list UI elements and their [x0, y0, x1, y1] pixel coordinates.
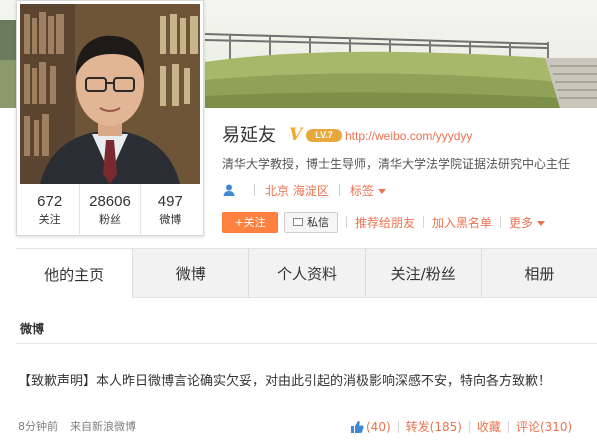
profile-meta: 北京 海淀区 标签	[222, 181, 386, 199]
profile-tabs: 他的主页 微博 个人资料 关注/粉丝 相册	[16, 248, 597, 299]
stat-posts[interactable]: 497 微博	[139, 184, 200, 236]
like-count[interactable]: (40)	[366, 419, 391, 435]
tab-follows-fans[interactable]: 关注/粉丝	[364, 249, 481, 298]
verified-badge[interactable]: V	[289, 125, 302, 145]
avatar-portrait	[20, 4, 200, 184]
profile-actions: +关注 私信 推荐给朋友 加入黑名单 更多	[222, 211, 546, 233]
tags-label: 标签	[349, 183, 374, 198]
tags-dropdown[interactable]: 标签	[350, 182, 386, 199]
more-label: 更多	[509, 215, 534, 230]
divider	[338, 184, 340, 196]
tab-weibo[interactable]: 微博	[132, 249, 248, 298]
stat-posts-label: 微博	[159, 213, 182, 226]
blacklist-link[interactable]: 加入黑名单	[432, 214, 492, 231]
message-label: 私信	[307, 216, 329, 229]
stat-following[interactable]: 672 关注	[20, 184, 79, 236]
stat-followers-label: 粉丝	[98, 213, 121, 226]
post-text: 【致歉声明】本人昨日微博言论确实欠妥，对由此引起的消极影响深感不安，特向各方致歉…	[18, 374, 552, 389]
post-source[interactable]: 来自新浪微博	[70, 419, 136, 435]
comment-link[interactable]: 评论(310)	[516, 419, 572, 435]
tab-home[interactable]: 他的主页	[16, 249, 133, 299]
avatar[interactable]	[20, 4, 200, 184]
message-icon	[293, 218, 303, 226]
stat-following-count: 672	[37, 193, 63, 210]
tab-profile[interactable]: 个人资料	[248, 249, 364, 298]
stat-following-label: 关注	[38, 213, 61, 226]
divider	[423, 216, 425, 228]
divider	[468, 421, 470, 433]
repost-link[interactable]: 转发(185)	[406, 419, 462, 435]
profile-name: 易延友	[222, 125, 276, 146]
caret-down-icon	[377, 188, 386, 194]
favorite-link[interactable]: 收藏	[477, 419, 501, 435]
stat-followers[interactable]: 28606 粉丝	[79, 184, 139, 236]
message-button[interactable]: 私信	[284, 211, 338, 233]
divider	[254, 184, 255, 196]
more-dropdown[interactable]: 更多	[509, 214, 546, 231]
profile-url-link[interactable]: http://weibo.com/yyydyy	[345, 128, 472, 144]
divider	[507, 421, 509, 433]
caret-down-icon	[537, 220, 546, 226]
divider	[500, 216, 502, 228]
tab-album[interactable]: 相册	[480, 249, 597, 298]
thumbs-up-icon[interactable]	[350, 420, 364, 434]
feed-section-title: 微博	[20, 322, 45, 336]
profile-stats: 672 关注 28606 粉丝 497 微博	[20, 184, 200, 236]
vip-level-badge[interactable]: LV.7	[306, 129, 342, 142]
follow-button[interactable]: +关注	[222, 211, 278, 233]
divider	[397, 421, 399, 433]
location-link[interactable]: 北京 海淀区	[265, 182, 329, 199]
avatar-card: 672 关注 28606 粉丝 497 微博	[16, 0, 204, 236]
profile-bio: 清华大学教授，博士生导师，清华大学法学院证据法研究中心主任	[222, 157, 571, 171]
post-timestamp[interactable]: 8分钟前	[18, 419, 58, 435]
divider	[346, 216, 347, 228]
stat-posts-count: 497	[157, 193, 183, 210]
user-icon	[223, 184, 235, 196]
recommend-link[interactable]: 推荐给朋友	[355, 214, 415, 231]
stat-followers-count: 28606	[89, 193, 131, 210]
post-actions: (40) 转发(185) 收藏 评论(310)	[350, 419, 572, 435]
divider	[16, 343, 597, 344]
post-meta: 8分钟前 来自新浪微博	[18, 419, 136, 435]
